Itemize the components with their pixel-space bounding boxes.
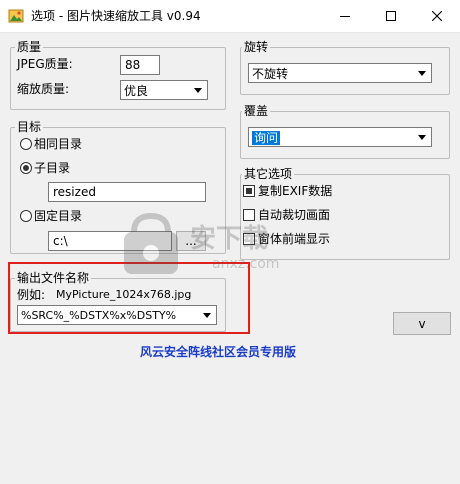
watermark-brand: 安下载 — [190, 224, 269, 254]
minimize-icon — [340, 16, 350, 17]
sub-dir-radio[interactable] — [20, 162, 32, 174]
overwrite-legend: 覆盖 — [242, 104, 271, 118]
collapse-button[interactable]: v — [393, 312, 451, 335]
overwrite-select[interactable]: 询问 — [248, 127, 432, 147]
dropdown-arrow-icon[interactable] — [414, 65, 430, 81]
watermark-bag-icon — [124, 212, 178, 274]
close-icon — [432, 11, 442, 21]
maximize-button[interactable] — [368, 0, 414, 32]
jpeg-quality-label: JPEG质量: — [17, 57, 73, 71]
close-button[interactable] — [414, 0, 460, 32]
minimize-button[interactable] — [322, 0, 368, 32]
fixed-dir-label[interactable]: 固定目录 — [34, 209, 82, 223]
copy-exif-label[interactable]: 复制EXIF数据 — [258, 184, 332, 198]
maximize-icon — [386, 11, 396, 21]
app-icon — [8, 8, 24, 24]
resample-quality-select[interactable]: 优良 — [120, 80, 208, 100]
watermark: 安下载 anxz.com — [120, 212, 340, 282]
jpeg-quality-input[interactable]: 88 — [120, 55, 160, 75]
dropdown-arrow-icon[interactable] — [414, 129, 430, 145]
title-bar: 选项 - 图片快速缩放工具 v0.94 — [0, 0, 460, 33]
rotate-legend: 旋转 — [242, 40, 271, 54]
same-dir-label[interactable]: 相同目录 — [34, 137, 82, 151]
rotate-select[interactable]: 不旋转 — [248, 63, 432, 83]
same-dir-radio[interactable] — [20, 138, 32, 150]
resample-quality-label: 缩放质量: — [17, 82, 70, 96]
quality-legend: 质量 — [15, 40, 44, 54]
rotate-value: 不旋转 — [252, 67, 289, 81]
sub-dir-label[interactable]: 子目录 — [34, 161, 70, 175]
window-title: 选项 - 图片快速缩放工具 v0.94 — [31, 9, 201, 23]
target-legend: 目标 — [15, 120, 44, 134]
fixed-dir-radio[interactable] — [20, 210, 32, 222]
resample-quality-value: 优良 — [124, 84, 149, 98]
footer-text: 风云安全阵线社区会员专用版 — [140, 345, 297, 359]
copy-exif-checkbox[interactable] — [243, 185, 255, 197]
other-options-legend: 其它选项 — [242, 167, 295, 181]
sub-dir-input[interactable]: resized — [48, 182, 206, 202]
watermark-domain: anxz.com — [212, 256, 280, 272]
dropdown-arrow-icon[interactable] — [190, 82, 206, 98]
overwrite-value: 询问 — [252, 131, 281, 145]
